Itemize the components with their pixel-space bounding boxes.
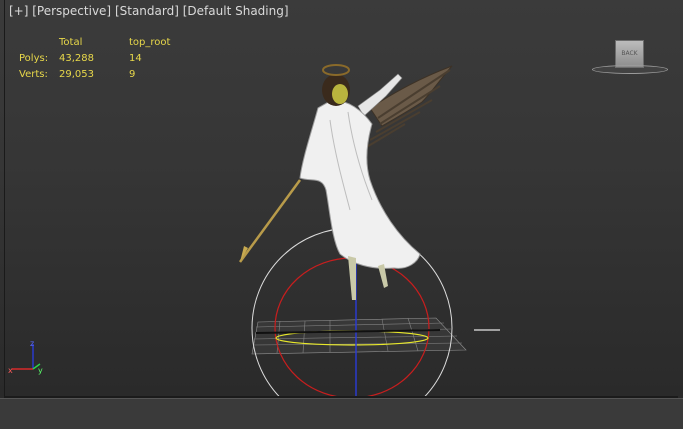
angel-model[interactable] [238, 64, 453, 300]
bottom-status-bar [0, 398, 683, 429]
perspective-viewport[interactable]: [+] [Perspective] [Standard] [Default Sh… [0, 0, 683, 398]
scene-canvas[interactable] [0, 0, 683, 398]
axis-tripod: z x y [8, 339, 43, 375]
axis-x-label: x [8, 366, 13, 375]
axis-z-label: z [30, 339, 34, 348]
axis-y-label: y [38, 366, 43, 375]
ground-grid [251, 317, 467, 355]
